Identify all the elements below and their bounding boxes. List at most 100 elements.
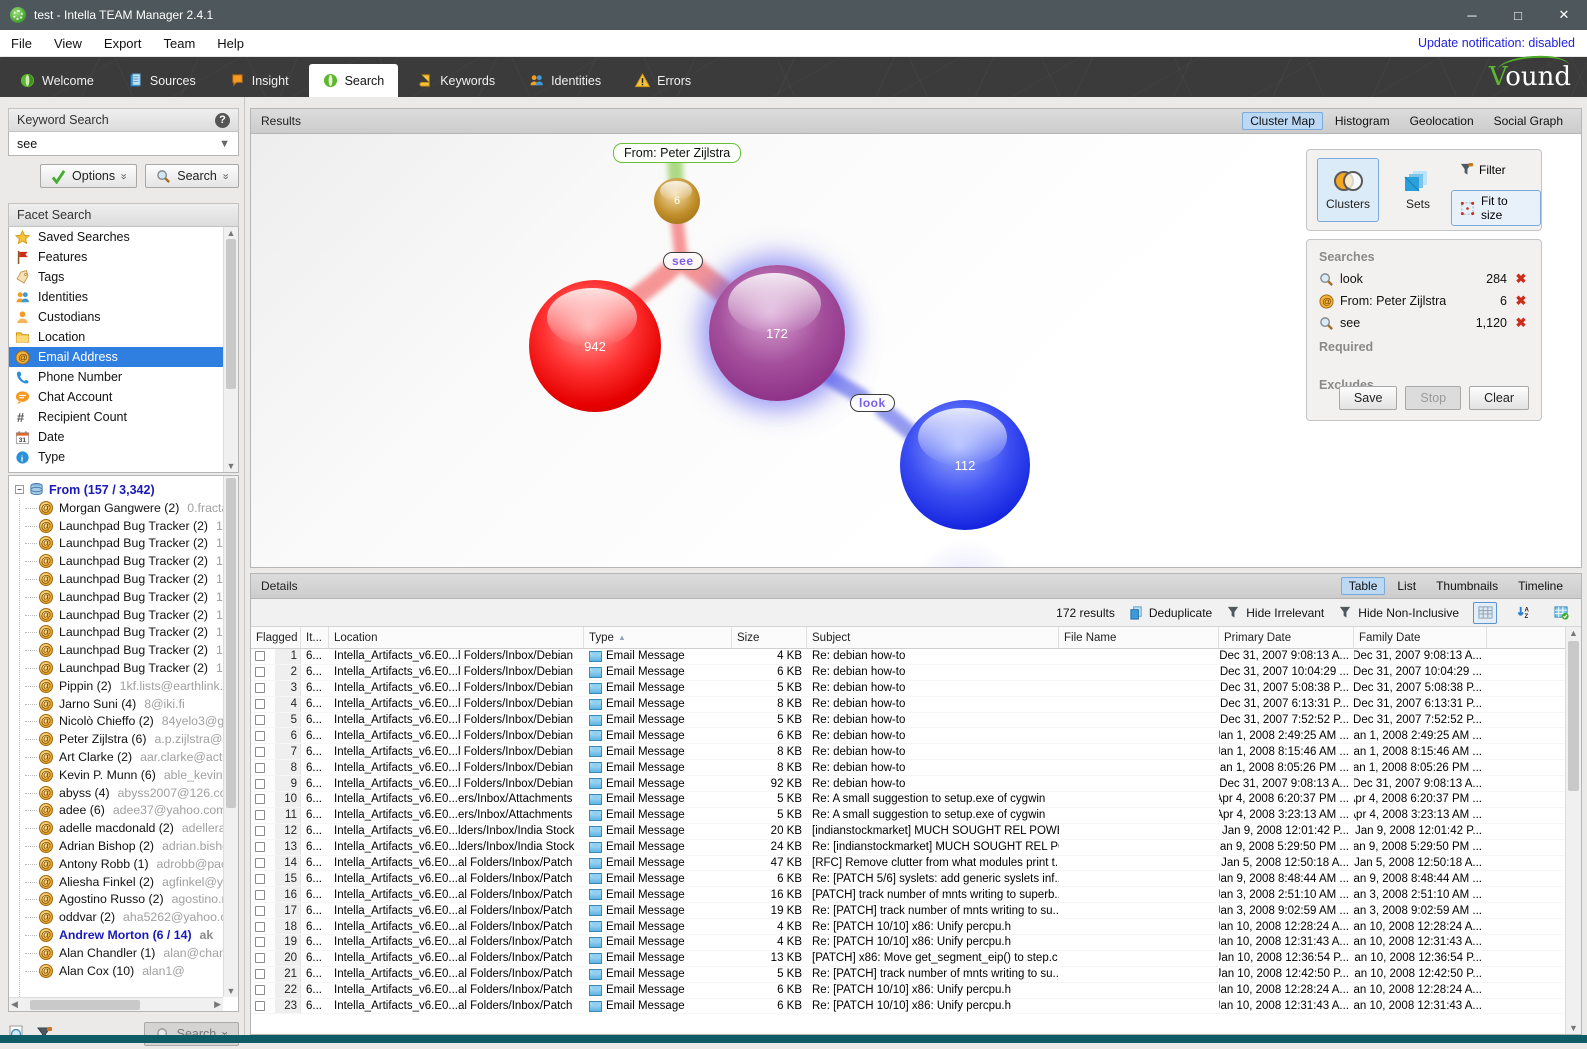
details-tab-list[interactable]: List xyxy=(1389,577,1424,595)
table-row[interactable]: 156...Intella_Artifacts_v6.E0...al Folde… xyxy=(251,871,1581,887)
flag-checkbox[interactable] xyxy=(255,858,265,868)
column-header-type[interactable]: Type▲ xyxy=(584,627,732,648)
view-button-histogram[interactable]: Histogram xyxy=(1327,112,1398,130)
tree-item-launchpad-bug-tracker-2[interactable]: @Launchpad Bug Tracker (2)180 xyxy=(15,570,223,588)
column-header-flagged[interactable]: Flagged xyxy=(251,627,301,648)
view-button-geolocation[interactable]: Geolocation xyxy=(1402,112,1482,130)
column-header-location[interactable]: Location xyxy=(329,627,584,648)
facet-item-recipient-count[interactable]: #Recipient Count xyxy=(9,407,238,427)
column-header-it[interactable]: It... xyxy=(301,627,329,648)
tree-item-oddvar-2[interactable]: @oddvar (2)aha5262@yahoo.co xyxy=(15,908,223,926)
remove-search-icon[interactable]: ✖ xyxy=(1513,315,1529,331)
facet-item-date[interactable]: 31Date xyxy=(9,427,238,447)
flag-checkbox[interactable] xyxy=(255,651,265,661)
tree-item-abyss-4[interactable]: @abyss (4)abyss2007@126.com xyxy=(15,784,223,802)
collapse-icon[interactable]: − xyxy=(15,485,24,494)
details-tab-table[interactable]: Table xyxy=(1341,577,1386,595)
tree-item-kevin-p-munn-6[interactable]: @Kevin P. Munn (6)able_kevin@ xyxy=(15,766,223,784)
flag-checkbox[interactable] xyxy=(255,969,265,979)
table-row[interactable]: 166...Intella_Artifacts_v6.E0...al Folde… xyxy=(251,887,1581,903)
table-row[interactable]: 236...Intella_Artifacts_v6.E0...al Folde… xyxy=(251,999,1581,1015)
table-row[interactable]: 16...Intella_Artifacts_v6.E0...l Folders… xyxy=(251,649,1581,665)
flag-checkbox[interactable] xyxy=(255,763,265,773)
facet-item-type[interactable]: iType xyxy=(9,447,238,467)
cluster-node-from-peter-zijlstra[interactable]: 6 xyxy=(654,178,700,224)
tab-identities[interactable]: Identities xyxy=(515,64,615,97)
flag-checkbox[interactable] xyxy=(255,826,265,836)
cluster-node-see[interactable]: 942 xyxy=(529,280,661,412)
sort-button[interactable]: AZ xyxy=(1511,602,1535,624)
flag-checkbox[interactable] xyxy=(255,683,265,693)
facet-item-features[interactable]: Features xyxy=(9,247,238,267)
hide-non-inclusive-button[interactable]: Hide Non-Inclusive xyxy=(1338,605,1459,620)
table-row[interactable]: 176...Intella_Artifacts_v6.E0...al Folde… xyxy=(251,903,1581,919)
tab-welcome[interactable]: Welcome xyxy=(6,64,108,97)
fit-to-size-button[interactable]: Fit to size xyxy=(1451,190,1541,226)
maximize-button[interactable]: □ xyxy=(1495,0,1541,30)
clusters-button[interactable]: Clusters xyxy=(1317,158,1379,222)
sets-button[interactable]: Sets xyxy=(1389,158,1447,222)
tree-item-adelle-macdonald-2[interactable]: @adelle macdonald (2)adellerae2 xyxy=(15,819,223,837)
table-row[interactable]: 46...Intella_Artifacts_v6.E0...l Folders… xyxy=(251,697,1581,713)
tab-keywords[interactable]: Keywords xyxy=(404,64,509,97)
save-button[interactable]: Save xyxy=(1339,386,1398,410)
tree-item-alan-cox-10[interactable]: @Alan Cox (10)alan1@ xyxy=(15,962,223,980)
column-header-size[interactable]: Size xyxy=(732,627,807,648)
tree-item-andrew-morton-6-14[interactable]: @Andrew Morton (6 / 14)ak xyxy=(15,926,223,944)
flag-checkbox[interactable] xyxy=(255,937,265,947)
column-header-subject[interactable]: Subject xyxy=(807,627,1059,648)
tree-item-launchpad-bug-tracker-2[interactable]: @Launchpad Bug Tracker (2)180 xyxy=(15,552,223,570)
table-row[interactable]: 76...Intella_Artifacts_v6.E0...l Folders… xyxy=(251,744,1581,760)
tree-item-art-clarke-2[interactable]: @Art Clarke (2)aar.clarke@activ xyxy=(15,748,223,766)
tree-item-alan-chandler-1[interactable]: @Alan Chandler (1)alan@chandl xyxy=(15,944,223,962)
facet-item-chat-account[interactable]: Chat Account xyxy=(9,387,238,407)
flag-checkbox[interactable] xyxy=(255,810,265,820)
flag-checkbox[interactable] xyxy=(255,667,265,677)
tree-item-launchpad-bug-tracker-2[interactable]: @Launchpad Bug Tracker (2)181 xyxy=(15,641,223,659)
column-header-file-name[interactable]: File Name xyxy=(1059,627,1219,648)
flag-checkbox[interactable] xyxy=(255,731,265,741)
table-row[interactable]: 26...Intella_Artifacts_v6.E0...l Folders… xyxy=(251,665,1581,681)
facet-item-tags[interactable]: Tags xyxy=(9,267,238,287)
tree-item-adrian-bishop-2[interactable]: @Adrian Bishop (2)adrian.bishop xyxy=(15,837,223,855)
tree-item-antony-robb-1[interactable]: @Antony Robb (1)adrobb@pacif xyxy=(15,855,223,873)
keyword-search-input[interactable]: see ▼ xyxy=(8,132,239,156)
update-notification-link[interactable]: Update notification: disabled xyxy=(1418,36,1575,50)
tree-item-jarno-suni-4[interactable]: @Jarno Suni (4)8@iki.fi xyxy=(15,695,223,713)
grid-view-button[interactable] xyxy=(1473,602,1497,624)
facet-item-identities[interactable]: Identities xyxy=(9,287,238,307)
help-icon[interactable]: ? xyxy=(215,113,230,128)
tree-item-pippin-2[interactable]: @Pippin (2)1kf.lists@earthlink.ne xyxy=(15,677,223,695)
remove-search-icon[interactable]: ✖ xyxy=(1513,271,1529,287)
flag-checkbox[interactable] xyxy=(255,874,265,884)
flag-checkbox[interactable] xyxy=(255,747,265,757)
tree-item-launchpad-bug-tracker-2[interactable]: @Launchpad Bug Tracker (2)181 xyxy=(15,659,223,677)
table-row[interactable]: 226...Intella_Artifacts_v6.E0...al Folde… xyxy=(251,983,1581,999)
table-row[interactable]: 216...Intella_Artifacts_v6.E0...al Folde… xyxy=(251,967,1581,983)
tree-item-launchpad-bug-tracker-2[interactable]: @Launchpad Bug Tracker (2)181 xyxy=(15,588,223,606)
cluster-node-look[interactable]: 112 xyxy=(900,400,1030,530)
filter-control[interactable]: Filter xyxy=(1459,162,1506,177)
tab-search[interactable]: Search xyxy=(309,64,399,97)
tree-item-peter-zijlstra-6[interactable]: @Peter Zijlstra (6)a.p.zijlstra@ch xyxy=(15,730,223,748)
tree-item-morgan-gangwere-2[interactable]: @Morgan Gangwere (2)0.fractal xyxy=(15,499,223,517)
table-row[interactable]: 66...Intella_Artifacts_v6.E0...l Folders… xyxy=(251,728,1581,744)
flag-checkbox[interactable] xyxy=(255,715,265,725)
details-tab-timeline[interactable]: Timeline xyxy=(1510,577,1571,595)
table-row[interactable]: 126...Intella_Artifacts_v6.E0...lders/In… xyxy=(251,824,1581,840)
flag-checkbox[interactable] xyxy=(255,1001,265,1011)
table-scrollbar[interactable]: ▲ ▼ xyxy=(1565,627,1581,1034)
tree-horizontal-scrollbar[interactable]: ◀ ▶ xyxy=(9,997,223,1011)
column-header-family-date[interactable]: Family Date xyxy=(1354,627,1487,648)
hide-irrelevant-button[interactable]: Hide Irrelevant xyxy=(1226,605,1324,620)
options-button[interactable]: Options » xyxy=(40,164,137,188)
menu-item-help[interactable]: Help xyxy=(206,30,255,57)
minimize-button[interactable]: ─ xyxy=(1449,0,1495,30)
table-row[interactable]: 196...Intella_Artifacts_v6.E0...al Folde… xyxy=(251,935,1581,951)
stop-button[interactable]: Stop xyxy=(1405,386,1461,410)
flag-checkbox[interactable] xyxy=(255,890,265,900)
view-button-cluster-map[interactable]: Cluster Map xyxy=(1242,112,1323,130)
table-row[interactable]: 116...Intella_Artifacts_v6.E0...ers/Inbo… xyxy=(251,808,1581,824)
search-button[interactable]: Search » xyxy=(145,164,239,188)
flag-checkbox[interactable] xyxy=(255,985,265,995)
